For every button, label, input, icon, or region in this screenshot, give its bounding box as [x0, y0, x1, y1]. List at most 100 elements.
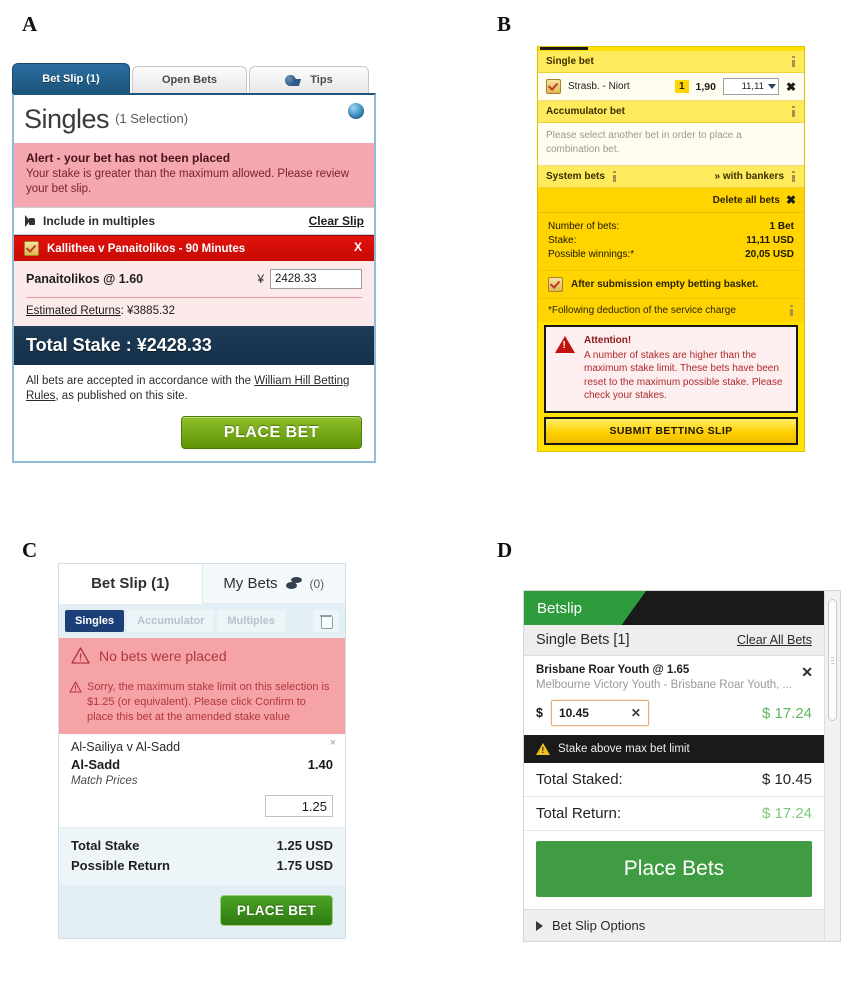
place-bet-button[interactable]: PLACE BET	[181, 416, 362, 449]
place-bet-button[interactable]: PLACE BET	[220, 895, 333, 926]
footer-text: All bets are accepted in accordance with…	[26, 374, 362, 404]
bet-number: 1	[674, 80, 689, 93]
tab-open-bets[interactable]: Open Bets	[132, 66, 247, 93]
stake-select[interactable]: 11,11	[722, 78, 779, 95]
bet-slip-options-row[interactable]: Bet Slip Options	[524, 909, 824, 941]
info-icon[interactable]	[791, 171, 796, 182]
total-staked-value: $ 10.45	[761, 771, 812, 788]
selection-match: Al-Sailiya v Al-Sadd	[71, 740, 181, 754]
total-row: Possible Return 1.75 USD	[71, 856, 333, 876]
info-icon[interactable]	[612, 171, 617, 182]
stake-input[interactable]: 10.45 ✕	[550, 700, 649, 726]
bet-odds: 1,90	[695, 80, 716, 93]
clear-slip-button[interactable]	[313, 610, 339, 632]
selection-name: Panaitolikos @ 1.60	[26, 272, 144, 286]
system-bets-left: System bets	[546, 171, 617, 182]
summary-value: 11,11 USD	[746, 235, 794, 246]
summary-row: Stake: 11,11 USD	[548, 234, 794, 248]
service-charge-note: *Following deduction of the service char…	[538, 299, 804, 322]
tab-my-bets[interactable]: My Bets (0)	[201, 564, 345, 604]
include-multiples-left[interactable]: Include in multiples	[24, 214, 155, 228]
panel-label-d: D	[497, 538, 513, 562]
tab-tips-label: Tips	[310, 73, 333, 86]
page-title: Singles	[24, 103, 110, 134]
attention-text: Attention! A number of stakes are higher…	[584, 334, 787, 403]
place-bets-button[interactable]: Place Bets	[536, 841, 812, 897]
bet-card: ✕ Brisbane Roar Youth @ 1.65 Melbourne V…	[524, 656, 824, 735]
selection-body: Panaitolikos @ 1.60 ¥ Estimated Returns:…	[14, 261, 374, 326]
help-orb-icon[interactable]	[348, 103, 364, 119]
bet-slip-options-label: Bet Slip Options	[552, 918, 646, 933]
accumulator-label: Accumulator bet	[546, 106, 625, 117]
empty-basket-label: After submission empty betting basket.	[571, 279, 759, 290]
panel-c-totals: Total Stake 1.25 USD Possible Return 1.7…	[59, 828, 345, 885]
include-multiples-label: Include in multiples	[43, 214, 156, 228]
chevron-down-icon	[767, 84, 776, 89]
remove-selection-button[interactable]: X	[354, 240, 362, 254]
scrollbar-thumb[interactable]	[828, 599, 837, 721]
summary-row: Number of bets: 1 Bet	[548, 220, 794, 234]
system-bets-header: System bets » with bankers	[538, 166, 804, 188]
subtab-singles[interactable]: Singles	[65, 610, 125, 632]
estimated-returns-value: : ¥3885.32	[120, 305, 175, 317]
chevron-right-icon	[536, 920, 543, 931]
accumulator-header: Accumulator bet	[538, 101, 804, 123]
coins-icon	[285, 577, 302, 590]
panel-c-tabbar: Bet Slip (1) My Bets (0)	[59, 564, 345, 604]
attention-title: Attention!	[584, 335, 632, 346]
scrollbar[interactable]	[824, 591, 840, 941]
selection-odds: 1.40	[307, 757, 333, 772]
remove-bet-button[interactable]: ✖	[786, 80, 796, 94]
bet-summary: Number of bets: 1 Bet Stake: 11,11 USD P…	[538, 213, 804, 271]
subtab-accumulator[interactable]: Accumulator	[127, 610, 215, 632]
warning-triangle-icon	[71, 647, 90, 664]
total-label: Possible Return	[71, 858, 170, 873]
info-icon[interactable]	[789, 305, 794, 316]
tab-bet-slip[interactable]: Bet Slip (1)	[12, 63, 130, 93]
include-multiples-row: Include in multiples Clear Slip	[14, 207, 374, 235]
panel-label-c: C	[22, 538, 38, 562]
info-icon[interactable]	[791, 56, 796, 67]
alert-body: Your stake is greater than the maximum a…	[26, 168, 350, 195]
estimated-returns-label: Estimated Returns	[26, 305, 121, 317]
panel-d-betslip: Betslip Single Bets [1] Clear All Bets ✕…	[523, 590, 841, 942]
tab-my-bets-count: (0)	[309, 576, 325, 591]
single-bets-label: Single Bets [1]	[536, 632, 630, 648]
total-value: 1.75 USD	[276, 858, 333, 873]
panel-d-header: Betslip	[524, 591, 824, 625]
check-icon	[548, 277, 563, 292]
alert-banner: Alert - your bet has not been placed You…	[14, 143, 374, 207]
check-icon[interactable]	[546, 79, 561, 94]
panel-b-top-rule	[540, 47, 588, 50]
footer-text-2: , as published on this site.	[55, 390, 188, 402]
total-return-row: Total Return: $ 17.24	[524, 797, 824, 831]
submit-betting-slip-button[interactable]: SUBMIT BETTING SLIP	[544, 416, 798, 445]
panel-a-footer: All bets are accepted in accordance with…	[14, 365, 374, 461]
clear-stake-icon[interactable]: ✕	[631, 706, 641, 720]
subtab-multiples[interactable]: Multiples	[217, 610, 286, 632]
stake-input[interactable]	[270, 269, 362, 289]
selection-row: Panaitolikos @ 1.60 ¥	[26, 269, 362, 289]
clear-slip-link[interactable]: Clear Slip	[309, 214, 364, 228]
currency-symbol: $	[536, 706, 543, 720]
attention-body: A number of stakes are higher than the m…	[584, 349, 783, 402]
betslip-title: Betslip	[537, 599, 583, 617]
clear-all-bets-link[interactable]: Clear All Bets	[737, 633, 812, 647]
panel-c-betslip: Bet Slip (1) My Bets (0) Singles Accumul…	[58, 563, 346, 939]
tab-bet-slip[interactable]: Bet Slip (1)	[59, 564, 202, 604]
total-label: Total Stake	[71, 838, 140, 853]
currency-symbol: ¥	[257, 272, 264, 286]
stake-input[interactable]	[265, 795, 333, 817]
info-icon[interactable]	[791, 106, 796, 117]
remove-selection-button[interactable]: ×	[330, 737, 336, 749]
panel-b-betting-slip: Single bet Strasb. - Niort 1 1,90 11,11 …	[537, 46, 805, 452]
summary-label: Stake:	[548, 235, 577, 246]
tab-tips[interactable]: Tips	[249, 66, 369, 93]
max-stake-warning-text: Sorry, the maximum stake limit on this s…	[87, 681, 330, 723]
delete-all-bets-row[interactable]: Delete all bets ✖	[538, 188, 804, 213]
system-bets-right[interactable]: » with bankers	[715, 171, 796, 182]
remove-bet-button[interactable]: ✕	[801, 664, 813, 681]
total-stake-bar: Total Stake : ¥2428.33	[14, 326, 374, 365]
bet-selection: Brisbane Roar Youth @ 1.65	[536, 664, 690, 676]
empty-basket-row[interactable]: After submission empty betting basket.	[538, 271, 804, 299]
